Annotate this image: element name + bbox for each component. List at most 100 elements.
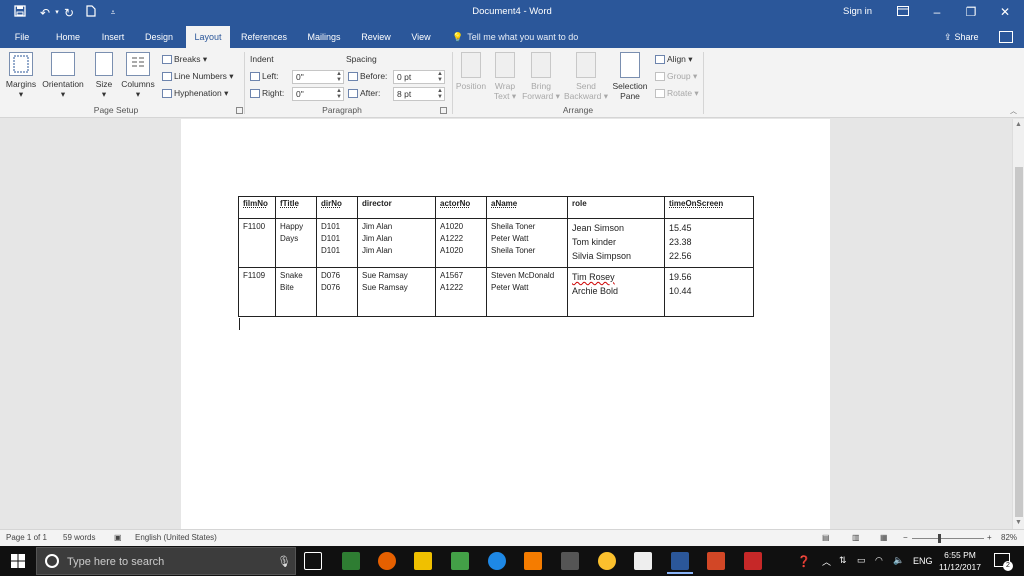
share-button[interactable]: ⇪ Share <box>944 26 979 48</box>
ribbon-display-options-icon[interactable] <box>886 0 920 24</box>
clock[interactable]: 6:55 PM 11/12/2017 <box>932 549 988 573</box>
wrap-text-icon <box>495 52 515 78</box>
tab-home[interactable]: Home <box>50 26 86 48</box>
wrap-text-label-2: Text ▾ <box>493 91 517 101</box>
chrome-icon[interactable] <box>598 552 616 570</box>
tab-layout[interactable]: Layout <box>186 26 230 48</box>
scrollbar-thumb[interactable] <box>1015 167 1023 517</box>
microphone-icon[interactable]: 🎙 <box>277 555 291 568</box>
close-icon[interactable]: ✕ <box>988 0 1022 24</box>
share-icon: ⇪ <box>944 32 952 42</box>
tab-review[interactable]: Review <box>356 26 396 48</box>
volume-icon[interactable]: 🔈 <box>893 555 904 576</box>
firefox-icon[interactable] <box>378 552 396 570</box>
align-button[interactable]: Align ▾ <box>655 54 693 65</box>
position-button[interactable]: Position <box>454 52 488 91</box>
send-backward-button[interactable]: Send Backward ▾ <box>562 52 610 102</box>
word-app-icon[interactable] <box>667 552 693 574</box>
clock-time: 6:55 PM <box>944 550 976 560</box>
restore-icon[interactable]: ❐ <box>954 0 988 24</box>
comments-icon[interactable] <box>999 31 1013 43</box>
indent-left-icon <box>250 72 260 82</box>
tell-me-search[interactable]: 💡 Tell me what you want to do <box>452 26 578 48</box>
help-icon[interactable]: ❓ <box>797 555 811 576</box>
tray-overflow-icon[interactable]: ︿ <box>822 555 831 576</box>
language-status[interactable]: English (United States) <box>135 533 217 542</box>
word-count[interactable]: 59 words <box>63 533 95 542</box>
margins-button[interactable]: Margins ▾ <box>4 52 38 100</box>
zoom-slider[interactable] <box>912 538 984 539</box>
rotate-button[interactable]: Rotate ▾ <box>655 88 699 99</box>
tab-mailings[interactable]: Mailings <box>300 26 348 48</box>
sign-in-link[interactable]: Sign in <box>843 6 872 17</box>
wrap-text-button[interactable]: Wrap Text ▾ <box>490 52 520 102</box>
indent-heading: Indent <box>250 54 274 64</box>
battery-icon[interactable]: ▭ <box>857 555 866 576</box>
tab-file[interactable]: File <box>8 26 36 48</box>
spinner-arrows-icon[interactable]: ▲ ▼ <box>336 71 342 83</box>
scroll-down-icon[interactable]: ▼ <box>1015 519 1022 526</box>
bring-forward-button[interactable]: Bring Forward ▾ <box>520 52 562 102</box>
indent-left-value: 0" <box>296 72 304 82</box>
task-view-icon[interactable] <box>304 552 322 570</box>
store-icon[interactable] <box>561 552 579 570</box>
film-title-cell: Happy Days <box>275 218 317 268</box>
scroll-up-icon[interactable]: ▲ <box>1015 121 1022 128</box>
spacing-after-input[interactable]: 8 pt ▲ ▼ <box>393 87 445 101</box>
breaks-button[interactable]: Breaks ▾ <box>162 54 207 65</box>
start-button[interactable] <box>0 546 36 576</box>
zoom-level[interactable]: 82% <box>1001 533 1017 542</box>
web-layout-icon[interactable]: ▦ <box>880 533 888 542</box>
wifi-icon[interactable]: ◠ <box>875 555 883 576</box>
read-mode-icon[interactable]: ▤ <box>822 533 830 542</box>
zoom-slider-thumb[interactable] <box>938 534 941 543</box>
media-player-icon[interactable] <box>524 552 542 570</box>
cell-line: Bite <box>280 283 294 292</box>
rotate-label: Rotate <box>667 88 693 98</box>
paragraph-launcher-icon[interactable] <box>440 107 447 114</box>
size-button[interactable]: Size ▾ <box>92 52 116 100</box>
zoom-in-icon[interactable]: + <box>987 533 992 542</box>
powerpoint-app-icon[interactable] <box>707 552 725 570</box>
network-icon[interactable]: ⇅ <box>839 555 847 576</box>
indent-right-input[interactable]: 0" ▲ ▼ <box>292 87 344 101</box>
edge-browser-icon[interactable] <box>488 552 506 570</box>
page-setup-launcher-icon[interactable] <box>236 107 243 114</box>
spinner-arrows-icon[interactable]: ▲ ▼ <box>437 88 443 100</box>
acrobat-icon[interactable] <box>744 552 762 570</box>
document-page[interactable]: filmNo fTitle dirNo director actorNo aNa… <box>181 119 830 529</box>
taskbar-search[interactable]: Type here to search 🎙 <box>36 547 296 575</box>
tab-insert[interactable]: Insert <box>96 26 130 48</box>
notification-badge: 2 <box>1003 561 1013 571</box>
spinner-arrows-icon[interactable]: ▲ ▼ <box>437 71 443 83</box>
file-explorer-icon[interactable] <box>414 552 432 570</box>
vertical-scrollbar[interactable]: ▲ ▼ <box>1012 119 1024 529</box>
orientation-button[interactable]: Orientation ▾ <box>40 52 86 100</box>
cell-line: D101 <box>321 246 341 255</box>
group-button[interactable]: Group ▾ <box>655 71 697 82</box>
tab-design[interactable]: Design <box>140 26 178 48</box>
photos-app-icon[interactable] <box>451 552 469 570</box>
mail-icon[interactable] <box>634 552 652 570</box>
page-count[interactable]: Page 1 of 1 <box>6 533 47 542</box>
tab-view[interactable]: View <box>404 26 438 48</box>
tab-references[interactable]: References <box>238 26 290 48</box>
columns-button[interactable]: Columns ▾ <box>120 52 156 100</box>
proofing-icon[interactable]: ▣ <box>114 533 122 542</box>
indent-left-input[interactable]: 0" ▲ ▼ <box>292 70 344 84</box>
selection-pane-button[interactable]: Selection Pane <box>610 52 650 101</box>
spinner-arrows-icon[interactable]: ▲ ▼ <box>336 88 342 100</box>
orientation-icon <box>51 52 75 76</box>
print-layout-icon[interactable]: ▥ <box>852 533 860 542</box>
excel-app-icon[interactable] <box>342 552 360 570</box>
line-numbers-button[interactable]: Line Numbers ▾ <box>162 71 234 82</box>
table-row: F1100 Happy Days D101 D101 D101 Jim Alan Jim… <box>238 218 754 268</box>
input-language[interactable]: ENG <box>913 556 933 576</box>
chevron-down-icon: ▾ <box>18 89 24 99</box>
zoom-out-icon[interactable]: − <box>903 533 908 542</box>
hyphenation-button[interactable]: Hyphenation ▾ <box>162 88 228 99</box>
windows-logo-icon <box>11 554 25 568</box>
minimize-icon[interactable]: – <box>920 0 954 24</box>
spacing-before-input[interactable]: 0 pt ▲ ▼ <box>393 70 445 84</box>
collapse-ribbon-icon[interactable]: ︿ <box>1010 106 1017 116</box>
